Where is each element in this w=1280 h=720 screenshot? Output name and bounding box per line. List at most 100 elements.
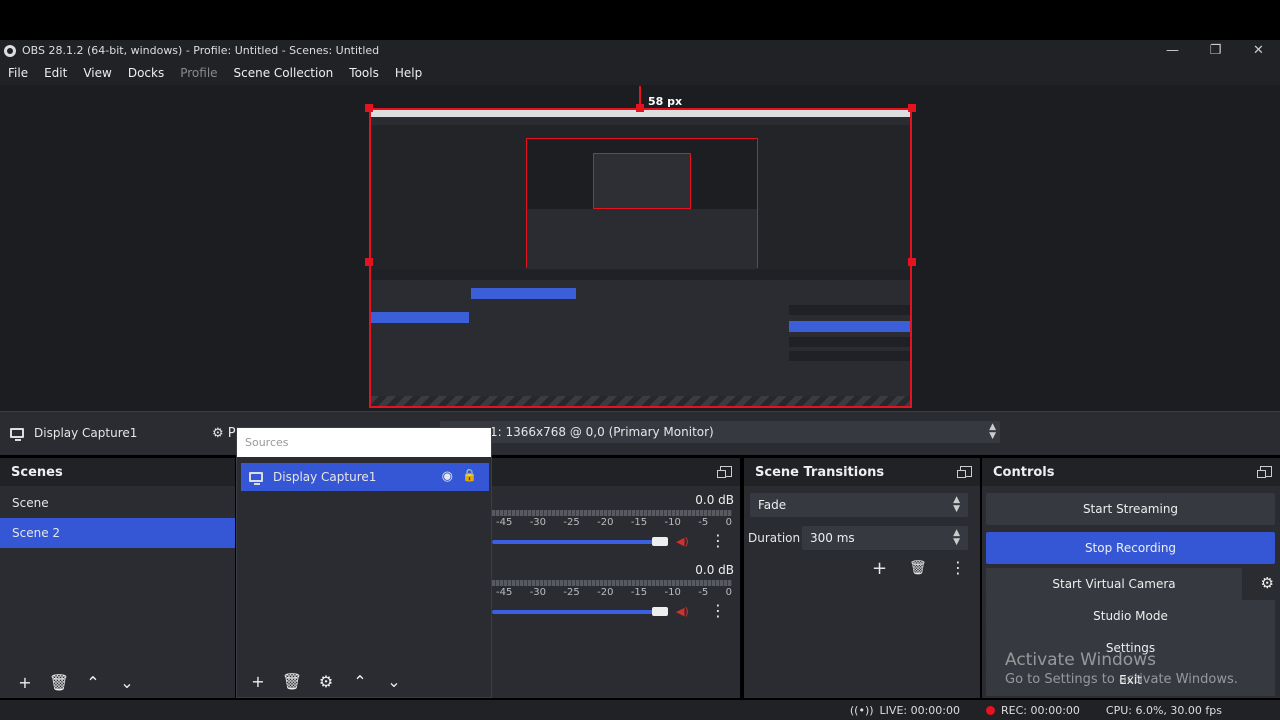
menu-view[interactable]: View bbox=[83, 66, 111, 80]
scenes-dock: Scenes Scene Scene 2 + 🗑 ⌃ ⌄ bbox=[0, 458, 235, 698]
broadcast-icon: ((•)) bbox=[849, 703, 874, 717]
scale-tick: -5 bbox=[698, 517, 709, 528]
transitions-header: Scene Transitions bbox=[744, 458, 980, 486]
monitor-icon bbox=[10, 428, 24, 441]
menu-profile[interactable]: Profile bbox=[180, 66, 217, 80]
kebab-menu-icon[interactable]: ⋮ bbox=[710, 531, 726, 550]
gear-icon[interactable]: ⚙ bbox=[309, 672, 343, 691]
nested-virtual-camera bbox=[789, 337, 910, 347]
guide-distance-label: 58 px bbox=[648, 95, 683, 108]
move-up-button[interactable]: ⌃ bbox=[343, 672, 377, 691]
speaker-icon[interactable]: ◀) bbox=[676, 605, 689, 618]
gear-icon[interactable]: ⚙ bbox=[1261, 574, 1274, 592]
stop-recording-button[interactable]: Stop Recording bbox=[986, 532, 1275, 564]
watermark-line-2: Go to Settings to activate Windows. bbox=[1005, 672, 1238, 687]
scene-item[interactable]: Scene bbox=[0, 488, 235, 518]
scale-tick: -45 bbox=[496, 517, 513, 528]
scale-tick: -25 bbox=[563, 517, 580, 528]
nested-preview bbox=[526, 138, 758, 269]
minimize-button[interactable]: — bbox=[1151, 40, 1194, 61]
resize-handle-left[interactable] bbox=[365, 258, 373, 266]
properties-button[interactable]: ⚙ P bbox=[212, 426, 236, 441]
chevron-updown-icon: ▲ ▼ bbox=[953, 528, 960, 547]
scene-item-active[interactable]: Scene 2 bbox=[0, 518, 235, 548]
kebab-menu-icon[interactable]: ⋮ bbox=[950, 558, 966, 577]
resize-handle-top[interactable] bbox=[636, 104, 644, 112]
rec-status: REC: 00:00:00 bbox=[986, 704, 1080, 717]
channel-2-volume-slider[interactable] bbox=[492, 610, 662, 614]
add-source-button[interactable]: + bbox=[241, 672, 275, 691]
move-down-button[interactable]: ⌄ bbox=[110, 673, 144, 692]
close-button[interactable]: ✕ bbox=[1237, 40, 1280, 61]
live-status: ((•)) LIVE: 00:00:00 bbox=[850, 704, 960, 717]
scale-tick: -5 bbox=[698, 587, 709, 598]
channel-2-level: 0.0 dB bbox=[695, 563, 734, 577]
window-controls: — ❐ ✕ bbox=[1151, 40, 1280, 61]
channel-1-meter bbox=[492, 510, 732, 516]
channel-1-level: 0.0 dB bbox=[695, 493, 734, 507]
scale-tick: -30 bbox=[529, 587, 547, 598]
menu-scene-collection[interactable]: Scene Collection bbox=[234, 66, 334, 80]
scale-tick: -10 bbox=[664, 517, 681, 528]
menu-file[interactable]: File bbox=[8, 66, 28, 80]
resize-handle-right[interactable] bbox=[908, 258, 916, 266]
trash-icon[interactable]: 🗑 bbox=[909, 560, 927, 576]
transition-select[interactable]: Fade ▲ ▼ bbox=[750, 493, 968, 517]
mixer-header bbox=[492, 458, 740, 486]
duration-spinbox[interactable]: 300 ms ▲ ▼ bbox=[802, 526, 968, 550]
move-down-button[interactable]: ⌄ bbox=[377, 672, 411, 691]
resize-handle-top-right[interactable] bbox=[908, 104, 916, 112]
cpu-status: CPU: 6.0%, 30.00 fps bbox=[1106, 704, 1222, 717]
scale-tick: -15 bbox=[630, 517, 648, 528]
title-bar: OBS 28.1.2 (64-bit, windows) - Profile: … bbox=[0, 40, 1280, 61]
controls-header: Controls bbox=[982, 458, 1280, 486]
lock-icon[interactable]: 🔒 bbox=[462, 468, 477, 482]
eye-icon[interactable]: ◉ bbox=[442, 469, 453, 484]
menu-tools[interactable]: Tools bbox=[349, 66, 379, 80]
cpu-fps: CPU: 6.0%, 30.00 fps bbox=[1105, 703, 1222, 717]
source-item[interactable]: Display Capture1 ◉ 🔒 bbox=[241, 463, 489, 491]
selected-source-name: Display Capture1 bbox=[34, 426, 138, 440]
speaker-icon[interactable]: ◀) bbox=[676, 535, 689, 548]
start-virtual-camera-button[interactable]: Start Virtual Camera bbox=[986, 568, 1242, 600]
duration-value: 300 ms bbox=[810, 531, 855, 545]
display-select[interactable]: 1: 1366x768 @ 0,0 (Primary Monitor) ▲ ▼ bbox=[440, 421, 1000, 443]
channel-2-scale: -45 -30 -25 -20 -15 -10 -5 0 bbox=[496, 587, 732, 598]
preview-canvas[interactable] bbox=[369, 108, 912, 408]
sources-dock-floating[interactable]: Sources Display Capture1 ◉ 🔒 + 🗑 ⚙ ⌃ ⌄ bbox=[236, 427, 492, 698]
properties-label: P bbox=[227, 426, 236, 441]
channel-1-volume-knob[interactable] bbox=[652, 537, 668, 546]
trash-icon[interactable]: 🗑 bbox=[275, 672, 309, 691]
nested-stop-recording bbox=[789, 321, 910, 332]
channel-2-volume-knob[interactable] bbox=[652, 607, 668, 616]
resize-handle-top-left[interactable] bbox=[365, 104, 373, 112]
add-scene-button[interactable]: + bbox=[8, 673, 42, 692]
move-up-button[interactable]: ⌃ bbox=[76, 673, 110, 692]
float-dock-icon[interactable] bbox=[957, 466, 972, 478]
scale-tick: -45 bbox=[496, 587, 513, 598]
channel-1-volume-slider[interactable] bbox=[492, 540, 662, 544]
duration-label: Duration bbox=[748, 531, 801, 545]
menu-docks[interactable]: Docks bbox=[128, 66, 164, 80]
kebab-menu-icon[interactable]: ⋮ bbox=[710, 601, 726, 620]
start-streaming-button[interactable]: Start Streaming bbox=[986, 493, 1275, 525]
menu-help[interactable]: Help bbox=[395, 66, 422, 80]
add-transition-button[interactable]: + bbox=[872, 558, 887, 579]
rec-timer: REC: 00:00:00 bbox=[1001, 703, 1080, 717]
nested-menu-bar bbox=[371, 117, 910, 125]
float-dock-icon[interactable] bbox=[717, 466, 732, 478]
transition-select-value: Fade bbox=[758, 498, 787, 512]
obs-logo-icon bbox=[4, 44, 16, 57]
display-select-value: 1: 1366x768 @ 0,0 (Primary Monitor) bbox=[490, 425, 714, 439]
sources-title: Sources bbox=[237, 428, 491, 457]
float-dock-icon[interactable] bbox=[1257, 466, 1272, 478]
studio-mode-button[interactable]: Studio Mode bbox=[986, 600, 1275, 632]
chevron-updown-icon: ▲ ▼ bbox=[953, 495, 960, 514]
status-bar: ((•)) LIVE: 00:00:00 REC: 00:00:00 CPU: … bbox=[0, 700, 1280, 720]
nested-studio-mode bbox=[789, 351, 910, 361]
menu-edit[interactable]: Edit bbox=[44, 66, 67, 80]
nested-start-streaming bbox=[789, 305, 910, 315]
trash-icon[interactable]: 🗑 bbox=[42, 673, 76, 692]
scale-tick: 0 bbox=[725, 587, 732, 598]
restore-button[interactable]: ❐ bbox=[1194, 40, 1237, 61]
